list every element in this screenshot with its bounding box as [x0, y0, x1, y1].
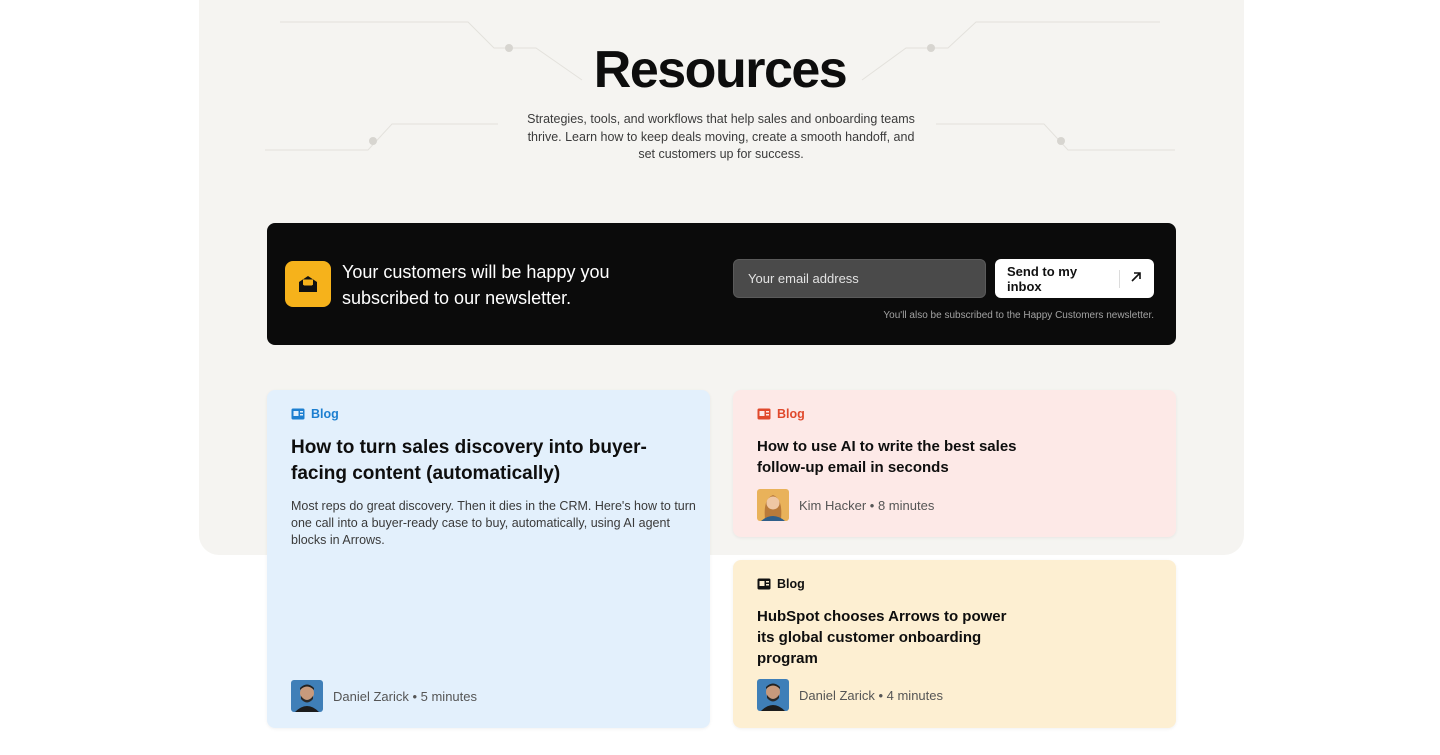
card-tag-label: Blog [777, 577, 805, 591]
card-tag-label: Blog [311, 407, 339, 421]
resource-card[interactable]: Blog How to turn sales discovery into bu… [267, 390, 710, 728]
email-input[interactable] [733, 259, 986, 298]
author-meta: Daniel Zarick • 4 minutes [799, 687, 943, 703]
envelope-open-icon [285, 261, 331, 307]
card-author: Daniel Zarick • 4 minutes [757, 679, 943, 711]
send-to-inbox-button[interactable]: Send to my inbox [995, 259, 1154, 298]
card-tag: Blog [757, 407, 805, 421]
blog-icon [757, 408, 771, 420]
author-meta: Daniel Zarick • 5 minutes [333, 688, 477, 704]
resource-card[interactable]: Blog How to use AI to write the best sal… [733, 390, 1176, 537]
newsletter-banner: Your customers will be happy you subscri… [267, 223, 1176, 345]
avatar [757, 679, 789, 711]
card-title[interactable]: HubSpot chooses Arrows to power its glob… [757, 606, 1017, 669]
avatar [291, 680, 323, 712]
card-author: Daniel Zarick • 5 minutes [291, 680, 477, 712]
card-tag: Blog [757, 577, 805, 591]
blog-icon [291, 408, 305, 420]
card-tag: Blog [291, 407, 339, 421]
send-button-label: Send to my inbox [1007, 263, 1078, 294]
card-author: Kim Hacker • 8 minutes [757, 489, 934, 521]
page-subtitle: Strategies, tools, and workflows that he… [527, 112, 915, 161]
card-description: Most reps do great discovery. Then it di… [291, 499, 696, 547]
author-meta: Kim Hacker • 8 minutes [799, 497, 935, 513]
button-divider [1119, 269, 1120, 288]
newsletter-note: You'll also be subscribed to the Happy C… [883, 310, 1154, 321]
card-tag-label: Blog [777, 407, 805, 421]
resource-card[interactable]: Blog HubSpot chooses Arrows to power its… [733, 560, 1176, 728]
blog-icon [757, 578, 771, 590]
card-title[interactable]: How to use AI to write the best sales fo… [757, 436, 1017, 478]
newsletter-headline: Your customers will be happy you subscri… [342, 262, 610, 308]
avatar [757, 489, 789, 521]
card-title[interactable]: How to turn sales discovery into buyer-f… [291, 435, 671, 487]
arrow-up-right-icon [1130, 271, 1142, 286]
page-title: Resources [593, 41, 848, 99]
